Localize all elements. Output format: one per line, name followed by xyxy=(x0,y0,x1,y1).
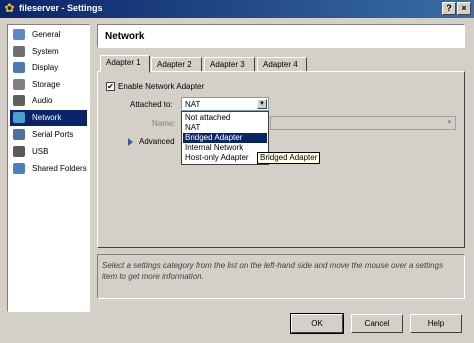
name-select[interactable] xyxy=(270,116,456,130)
attached-to-value: NAT xyxy=(185,100,201,109)
sidebar-item-label: USB xyxy=(32,147,49,156)
tab-adapter-4[interactable]: Adapter 4 xyxy=(257,57,307,72)
serial-ports-icon xyxy=(13,129,25,140)
info-panel: Select a settings category from the list… xyxy=(97,254,465,299)
page-header: Network xyxy=(97,24,465,48)
advanced-toggle[interactable]: Advanced xyxy=(139,137,175,146)
sidebar-item-label: General xyxy=(32,30,61,39)
attached-to-select[interactable]: NAT ▼ xyxy=(181,97,269,111)
shared-folders-icon xyxy=(13,163,25,174)
sidebar-item-general[interactable]: General xyxy=(10,27,87,43)
page-title: Network xyxy=(105,31,145,42)
title-bar[interactable]: ✿ fileserver - Settings ? × xyxy=(0,0,474,18)
sidebar-item-label: Storage xyxy=(32,80,61,89)
display-icon xyxy=(13,62,25,73)
settings-category-list[interactable]: General System Display Storage Audio Net… xyxy=(7,24,90,312)
sidebar-item-label: Shared Folders xyxy=(32,164,87,173)
info-text: Select a settings category from the list… xyxy=(102,261,444,281)
tab-adapter-1[interactable]: Adapter 1 xyxy=(100,55,150,73)
chevron-down-icon[interactable]: ▼ xyxy=(444,117,455,129)
sidebar-item-serial-ports[interactable]: Serial Ports xyxy=(10,127,87,143)
dropdown-option-host-only-adapter[interactable]: Host-only Adapter xyxy=(183,153,267,163)
tooltip: Bridged Adapter xyxy=(257,152,320,164)
sidebar-item-system[interactable]: System xyxy=(10,44,87,60)
attached-to-label: Attached to: xyxy=(130,100,173,109)
audio-icon xyxy=(13,95,25,106)
dropdown-option-not-attached[interactable]: Not attached xyxy=(183,113,267,123)
sidebar-item-label: Display xyxy=(32,63,59,72)
help-title-button[interactable]: ? xyxy=(442,2,456,15)
storage-icon xyxy=(13,79,25,90)
expand-arrow-icon[interactable] xyxy=(128,138,133,146)
dropdown-option-nat[interactable]: NAT xyxy=(183,123,267,133)
close-title-button[interactable]: × xyxy=(457,2,471,15)
sidebar-item-label: Audio xyxy=(32,96,53,105)
general-icon xyxy=(13,29,25,40)
sidebar-item-network[interactable]: Network xyxy=(10,110,87,126)
tab-adapter-3[interactable]: Adapter 3 xyxy=(204,57,255,72)
chevron-down-icon[interactable]: ▼ xyxy=(257,99,267,109)
tab-adapter-2[interactable]: Adapter 2 xyxy=(151,57,202,72)
help-button[interactable]: Help xyxy=(410,314,462,333)
cancel-button[interactable]: Cancel xyxy=(351,314,403,333)
network-icon xyxy=(13,112,25,123)
enable-adapter-label[interactable]: Enable Network Adapter xyxy=(118,82,204,91)
sidebar-item-shared-folders[interactable]: Shared Folders xyxy=(10,161,87,177)
ok-button[interactable]: OK xyxy=(290,313,344,334)
sidebar-item-audio[interactable]: Audio xyxy=(10,93,87,109)
sidebar-item-label: System xyxy=(32,47,59,56)
sidebar-item-storage[interactable]: Storage xyxy=(10,77,87,93)
sidebar-item-label: Serial Ports xyxy=(32,130,74,139)
window-title: fileserver - Settings xyxy=(19,3,103,13)
enable-adapter-checkbox[interactable]: ✔ xyxy=(106,82,115,91)
sidebar-item-display[interactable]: Display xyxy=(10,60,87,76)
sidebar-item-label: Network xyxy=(32,113,62,122)
dropdown-option-internal-network[interactable]: Internal Network xyxy=(183,143,267,153)
settings-gear-icon: ✿ xyxy=(4,1,15,15)
system-icon xyxy=(13,46,25,57)
dropdown-option-bridged-adapter[interactable]: Bridged Adapter xyxy=(183,133,267,143)
name-label: Name: xyxy=(152,119,176,128)
usb-icon xyxy=(13,146,25,157)
sidebar-item-usb[interactable]: USB xyxy=(10,144,87,160)
attached-to-dropdown-list[interactable]: Not attached NAT Bridged Adapter Interna… xyxy=(181,111,269,165)
